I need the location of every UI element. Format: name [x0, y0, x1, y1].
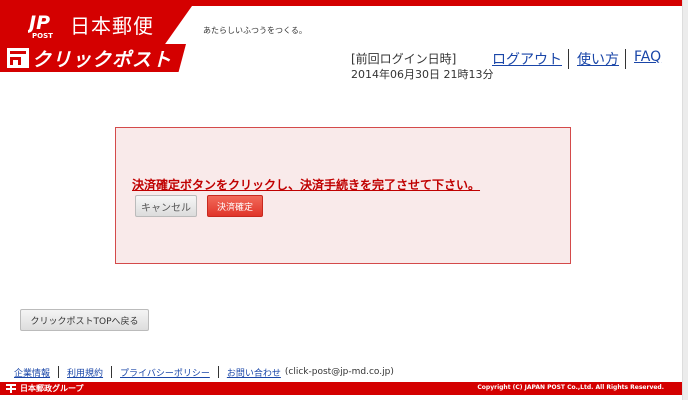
payment-confirm-panel: 決済確定ボタンをクリックし、決済手続きを完了させて下さい。 キャンセル 決済確定 [115, 127, 571, 264]
nav-divider [625, 49, 626, 69]
tagline: あたらしいふつうをつくる。 [203, 26, 307, 35]
footer-link-terms[interactable]: 利用規約 [67, 366, 103, 379]
jp-post-logo-icon: JP POST [28, 12, 53, 40]
copyright-text: Copyright (C) JAPAN POST Co.,Ltd. All Ri… [477, 384, 664, 391]
click-post-logo-text: クリックポスト [32, 49, 173, 71]
howto-link[interactable]: 使い方 [577, 49, 619, 69]
cancel-button[interactable]: キャンセル [135, 195, 197, 217]
footer-divider [58, 366, 60, 378]
svg-text:POST: POST [32, 32, 53, 40]
footer-divider [217, 366, 219, 378]
footer-bar: 日本郵政グループ Copyright (C) JAPAN POST Co.,Lt… [0, 382, 688, 395]
footer-links: 企業情報 利用規約 プライバシーポリシー お問い合わせ (click-post@… [14, 365, 394, 379]
footer-link-privacy[interactable]: プライバシーポリシー [120, 366, 210, 379]
mailbox-icon [7, 48, 29, 68]
payment-instruction-message: 決済確定ボタンをクリックし、決済手続きを完了させて下さい。 [132, 178, 481, 192]
last-login-time: 2014年06月30日 21時13分 [351, 68, 494, 81]
back-to-top-button[interactable]: クリックポストTOPへ戻る [20, 309, 149, 331]
header-top-bar [0, 0, 688, 6]
japan-post-group-icon [6, 384, 16, 393]
footer-link-contact[interactable]: お問い合わせ [227, 366, 281, 379]
logout-link[interactable]: ログアウト [492, 49, 562, 69]
footer-divider [111, 366, 113, 378]
japan-post-logo-text: 日本郵便 [70, 14, 154, 38]
nav-divider [568, 49, 569, 69]
faq-link[interactable]: FAQ [634, 49, 661, 65]
contact-email: (click-post@jp-md.co.jp) [284, 367, 394, 377]
window-scrollbar[interactable] [682, 0, 688, 400]
confirm-payment-button[interactable]: 決済確定 [207, 195, 263, 217]
group-name: 日本郵政グループ [20, 384, 84, 393]
last-login-label: [前回ログイン日時] [351, 52, 457, 66]
svg-text:JP: JP [28, 12, 50, 34]
footer-link-company[interactable]: 企業情報 [14, 366, 50, 379]
